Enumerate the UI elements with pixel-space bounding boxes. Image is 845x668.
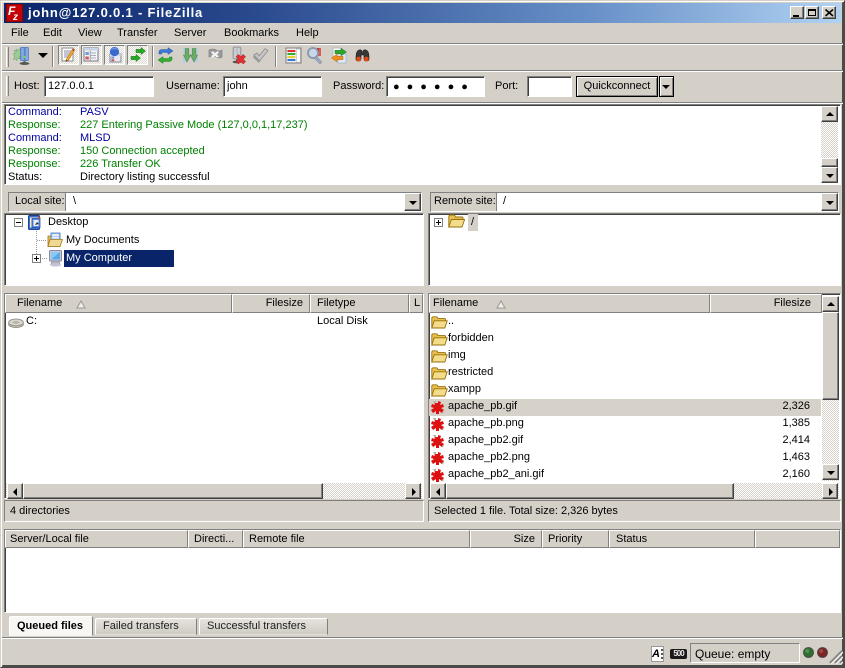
svg-text:z: z [12,12,18,22]
